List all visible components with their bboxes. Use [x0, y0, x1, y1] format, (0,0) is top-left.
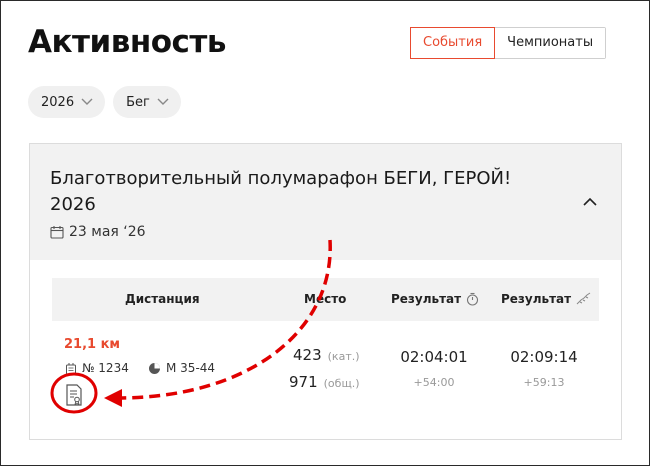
tab-events[interactable]: События: [410, 27, 496, 59]
results-table-header: Дистанция Место Результат Результат: [52, 278, 599, 321]
diploma-icon[interactable]: [65, 384, 83, 406]
chevron-down-icon: [157, 98, 169, 105]
running-shoe-icon: [576, 292, 591, 305]
calendar-icon: [50, 226, 64, 239]
result-chip: 02:09:14: [510, 348, 578, 366]
row-distance: 21,1 км: [64, 337, 121, 352]
chevron-down-icon: [81, 98, 93, 105]
result-gun: 02:04:01: [400, 348, 468, 366]
pie-icon: [149, 362, 160, 374]
tab-championships[interactable]: Чемпионаты: [495, 28, 606, 58]
chevron-up-icon[interactable]: [582, 194, 598, 210]
header-result-gun: Результат: [391, 292, 479, 306]
year-filter-label: 2026: [41, 94, 75, 110]
place-category: 423 (кат.): [293, 346, 360, 364]
view-tabs: События Чемпионаты: [410, 27, 607, 59]
event-card-header[interactable]: Благотворительный полумарафон БЕГИ, ГЕРО…: [30, 144, 621, 260]
event-date-text: 23 мая ‘26: [69, 224, 146, 240]
header-distance: Дистанция: [125, 292, 200, 306]
result-chip-gap: +59:13: [523, 376, 565, 389]
sport-filter[interactable]: Бег: [113, 86, 181, 118]
event-date: 23 мая ‘26: [50, 224, 146, 240]
event-card: Благотворительный полумарафон БЕГИ, ГЕРО…: [29, 143, 622, 440]
event-title: Благотворительный полумарафон БЕГИ, ГЕРО…: [50, 168, 512, 215]
page-title: Активность: [28, 24, 227, 60]
age-category: М 35-44: [148, 361, 215, 375]
stopwatch-icon: [467, 292, 479, 306]
header-result-chip: Результат: [501, 292, 592, 306]
bib-icon: [66, 362, 76, 374]
header-place: Место: [304, 292, 347, 306]
result-gun-gap: +54:00: [413, 376, 455, 389]
place-overall: 971 (общ.): [289, 373, 360, 391]
bib-number: № 1234: [65, 361, 129, 375]
year-filter[interactable]: 2026: [28, 86, 106, 118]
filters: 2026 Бег: [28, 86, 181, 118]
sport-filter-label: Бег: [126, 94, 150, 110]
